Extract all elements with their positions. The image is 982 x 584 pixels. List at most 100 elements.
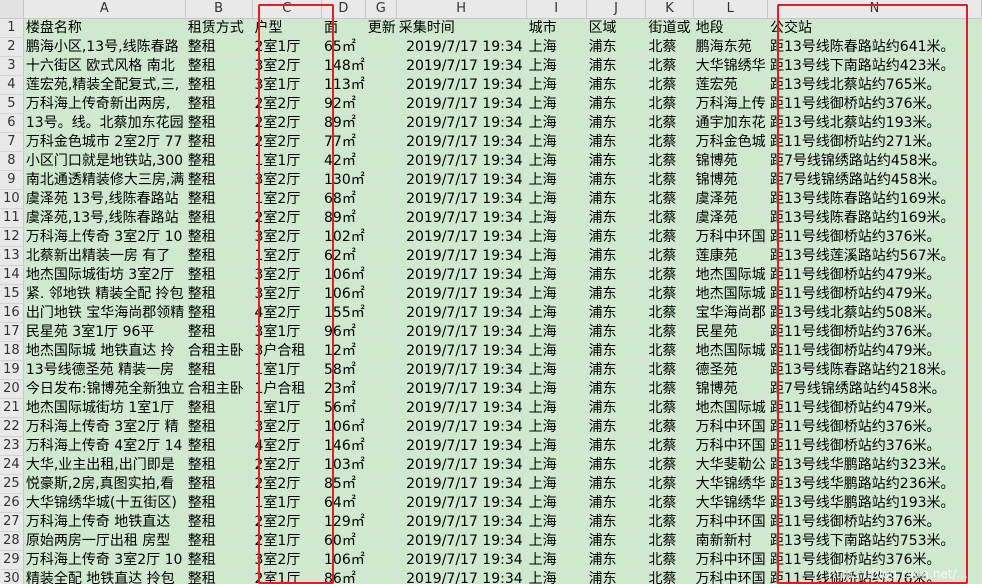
cell[interactable]: 浦东 bbox=[586, 284, 647, 304]
cell[interactable]: 北蔡 bbox=[645, 75, 694, 95]
cell[interactable]: 浦东 bbox=[586, 246, 647, 266]
cell[interactable]: 2019/7/17 19:34 bbox=[396, 531, 527, 551]
cell[interactable]: 整租 bbox=[185, 303, 253, 323]
cell[interactable]: 地杰国际城街坊 1室1厅 bbox=[23, 398, 186, 418]
cell[interactable]: 今日发布:锦博苑全新独立 bbox=[23, 379, 186, 399]
cell[interactable]: 北蔡 bbox=[645, 550, 694, 570]
cell[interactable]: 万科海上传奇 4室2厅 14 bbox=[23, 436, 186, 456]
row-number[interactable]: 4 bbox=[0, 75, 24, 95]
cell[interactable]: 上海 bbox=[526, 360, 587, 380]
cell[interactable]: 莲康苑 bbox=[693, 246, 768, 266]
cell[interactable]: 上海 bbox=[526, 227, 587, 247]
cell[interactable]: 上海 bbox=[526, 398, 587, 418]
cell[interactable] bbox=[365, 284, 397, 304]
cell[interactable]: 上海 bbox=[526, 303, 587, 323]
cell[interactable]: 整租 bbox=[185, 37, 253, 57]
cell[interactable]: 上海 bbox=[526, 75, 587, 95]
cell[interactable] bbox=[365, 360, 397, 380]
cell[interactable]: 地杰国际城 bbox=[693, 398, 768, 418]
cell[interactable]: 民星苑 bbox=[693, 322, 768, 342]
cell[interactable]: 整租 bbox=[185, 170, 253, 190]
cell[interactable]: 南新新村 bbox=[693, 531, 768, 551]
cell[interactable]: 北蔡 bbox=[645, 37, 694, 57]
cell[interactable] bbox=[365, 94, 397, 114]
cell[interactable]: 地杰国际城 bbox=[693, 265, 768, 285]
header-cell[interactable]: 街道或 bbox=[645, 18, 694, 38]
cell[interactable]: 2019/7/17 19:34 bbox=[396, 303, 527, 323]
cell[interactable]: 大华锦绣华 bbox=[693, 56, 768, 76]
column-header[interactable]: G bbox=[365, 0, 397, 19]
cell[interactable]: 上海 bbox=[526, 37, 587, 57]
cell[interactable] bbox=[365, 341, 397, 361]
column-header[interactable]: K bbox=[645, 0, 694, 19]
cell[interactable]: 万科金色城 bbox=[693, 132, 768, 152]
cell[interactable]: 整租 bbox=[185, 474, 253, 494]
cell[interactable]: 整租 bbox=[185, 398, 253, 418]
cell[interactable]: 莲宏苑 bbox=[693, 75, 768, 95]
cell[interactable]: 2019/7/17 19:34 bbox=[396, 550, 527, 570]
cell[interactable]: 浦东 bbox=[586, 436, 647, 456]
cell[interactable] bbox=[365, 531, 397, 551]
cell[interactable]: 整租 bbox=[185, 56, 253, 76]
cell[interactable] bbox=[365, 56, 397, 76]
cell[interactable]: 大华锦绣华 bbox=[693, 474, 768, 494]
cell[interactable]: 2019/7/17 19:34 bbox=[396, 246, 527, 266]
cell[interactable]: 整租 bbox=[185, 94, 253, 114]
cell[interactable]: 北蔡 bbox=[645, 132, 694, 152]
cell[interactable]: 上海 bbox=[526, 265, 587, 285]
cell[interactable]: 锦博苑 bbox=[693, 170, 768, 190]
column-header[interactable]: J bbox=[586, 0, 647, 19]
cell[interactable]: 2019/7/17 19:34 bbox=[396, 75, 527, 95]
cell[interactable]: 北蔡 bbox=[645, 227, 694, 247]
row-number[interactable]: 26 bbox=[0, 493, 24, 513]
cell[interactable]: 整租 bbox=[185, 227, 253, 247]
cell[interactable]: 上海 bbox=[526, 493, 587, 513]
cell[interactable]: 北蔡 bbox=[645, 322, 694, 342]
cell[interactable]: 虞泽苑 bbox=[693, 208, 768, 228]
column-header[interactable]: A bbox=[23, 0, 186, 19]
cell[interactable]: 2019/7/17 19:34 bbox=[396, 284, 527, 304]
cell[interactable]: 北蔡 bbox=[645, 303, 694, 323]
cell[interactable]: 浦东 bbox=[586, 132, 647, 152]
column-header[interactable]: L bbox=[693, 0, 768, 19]
cell[interactable]: 万科海上传奇 3室2厅 精 bbox=[23, 417, 186, 437]
cell[interactable]: 浦东 bbox=[586, 189, 647, 209]
cell[interactable]: 大华锦绣华城(十五街区) bbox=[23, 493, 186, 513]
cell[interactable] bbox=[365, 189, 397, 209]
row-number[interactable]: 12 bbox=[0, 227, 24, 247]
cell[interactable] bbox=[365, 113, 397, 133]
cell[interactable] bbox=[365, 227, 397, 247]
cell[interactable]: 北蔡 bbox=[645, 455, 694, 475]
cell[interactable]: 2019/7/17 19:34 bbox=[396, 322, 527, 342]
cell[interactable]: 地杰国际城街坊 3室2厅 bbox=[23, 265, 186, 285]
row-number[interactable]: 29 bbox=[0, 550, 24, 570]
cell[interactable]: 合租主卧 bbox=[185, 379, 253, 399]
cell[interactable]: 锦博苑 bbox=[693, 151, 768, 171]
cell[interactable]: 地杰国际城 地铁直达 拎 bbox=[23, 341, 186, 361]
cell[interactable]: 上海 bbox=[526, 341, 587, 361]
cell[interactable] bbox=[365, 493, 397, 513]
cell[interactable]: 2019/7/17 19:34 bbox=[396, 455, 527, 475]
cell[interactable]: 鹏海小区,13号,线陈春路 bbox=[23, 37, 186, 57]
cell[interactable]: 2019/7/17 19:34 bbox=[396, 132, 527, 152]
cell[interactable]: 整租 bbox=[185, 550, 253, 570]
cell[interactable]: 2019/7/17 19:34 bbox=[396, 398, 527, 418]
cell[interactable]: 大华,业主出租,出门即是 bbox=[23, 455, 186, 475]
cell[interactable]: 上海 bbox=[526, 569, 587, 584]
cell[interactable]: 整租 bbox=[185, 322, 253, 342]
cell[interactable] bbox=[365, 512, 397, 532]
cell[interactable]: 上海 bbox=[526, 455, 587, 475]
cell[interactable]: 2019/7/17 19:34 bbox=[396, 113, 527, 133]
cell[interactable]: 浦东 bbox=[586, 398, 647, 418]
cell[interactable]: 2019/7/17 19:34 bbox=[396, 474, 527, 494]
cell[interactable]: 整租 bbox=[185, 512, 253, 532]
cell[interactable] bbox=[365, 265, 397, 285]
select-all-corner[interactable] bbox=[0, 0, 24, 19]
cell[interactable]: 2019/7/17 19:34 bbox=[396, 493, 527, 513]
row-number[interactable]: 22 bbox=[0, 417, 24, 437]
cell[interactable]: 浦东 bbox=[586, 379, 647, 399]
cell[interactable] bbox=[365, 550, 397, 570]
cell[interactable]: 浦东 bbox=[586, 417, 647, 437]
cell[interactable]: 浦东 bbox=[586, 227, 647, 247]
cell[interactable] bbox=[365, 132, 397, 152]
